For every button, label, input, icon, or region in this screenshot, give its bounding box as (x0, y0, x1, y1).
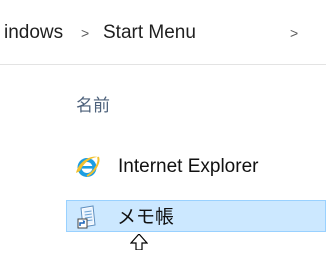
breadcrumb-item-windows[interactable]: indows (4, 22, 63, 44)
chevron-right-icon[interactable]: > (81, 22, 89, 44)
list-item-label: Internet Explorer (118, 156, 259, 177)
breadcrumb-item-start-menu[interactable]: Start Menu (103, 22, 196, 44)
list-item-label: メモ帳 (117, 206, 175, 228)
file-list: 名前 Internet Explorer メモ帳 (0, 65, 326, 250)
mouse-pointer-icon (129, 233, 149, 251)
column-header-name[interactable]: 名前 (76, 91, 110, 116)
notepad-icon (75, 204, 101, 230)
internet-explorer-icon (74, 154, 100, 180)
list-item[interactable]: Internet Explorer (66, 151, 326, 183)
chevron-right-icon[interactable]: > (290, 22, 298, 44)
breadcrumb: indows > Start Menu > (0, 0, 326, 65)
list-item-selected[interactable]: メモ帳 (66, 200, 326, 232)
